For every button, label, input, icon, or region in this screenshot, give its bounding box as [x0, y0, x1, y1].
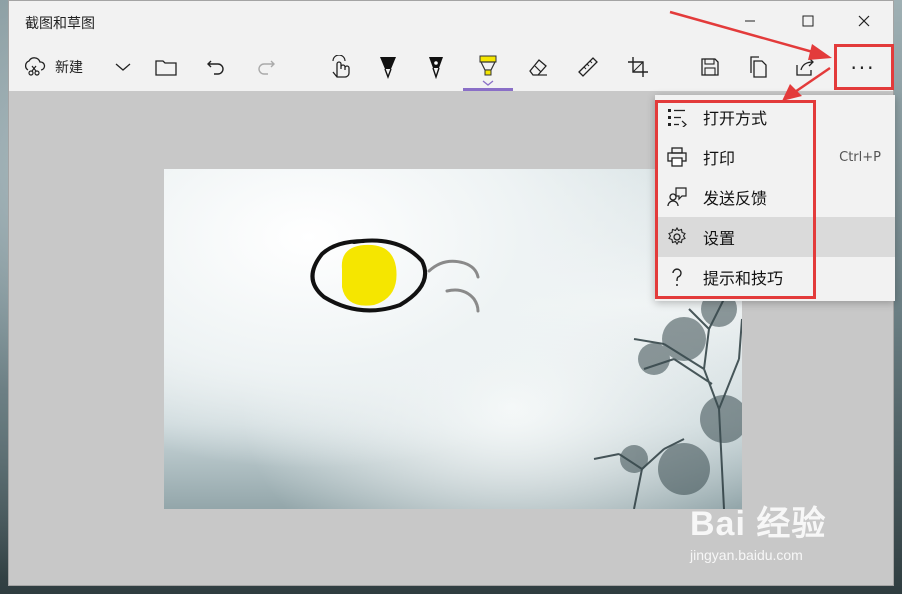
arrow-to-menu: [782, 66, 831, 101]
arrow-to-more-button: [669, 10, 832, 60]
baidu-watermark: Bai 经验 jingyan.baidu.com: [690, 496, 826, 563]
watermark-url: jingyan.baidu.com: [690, 547, 803, 563]
watermark-brand: Bai 经验: [690, 505, 827, 543]
